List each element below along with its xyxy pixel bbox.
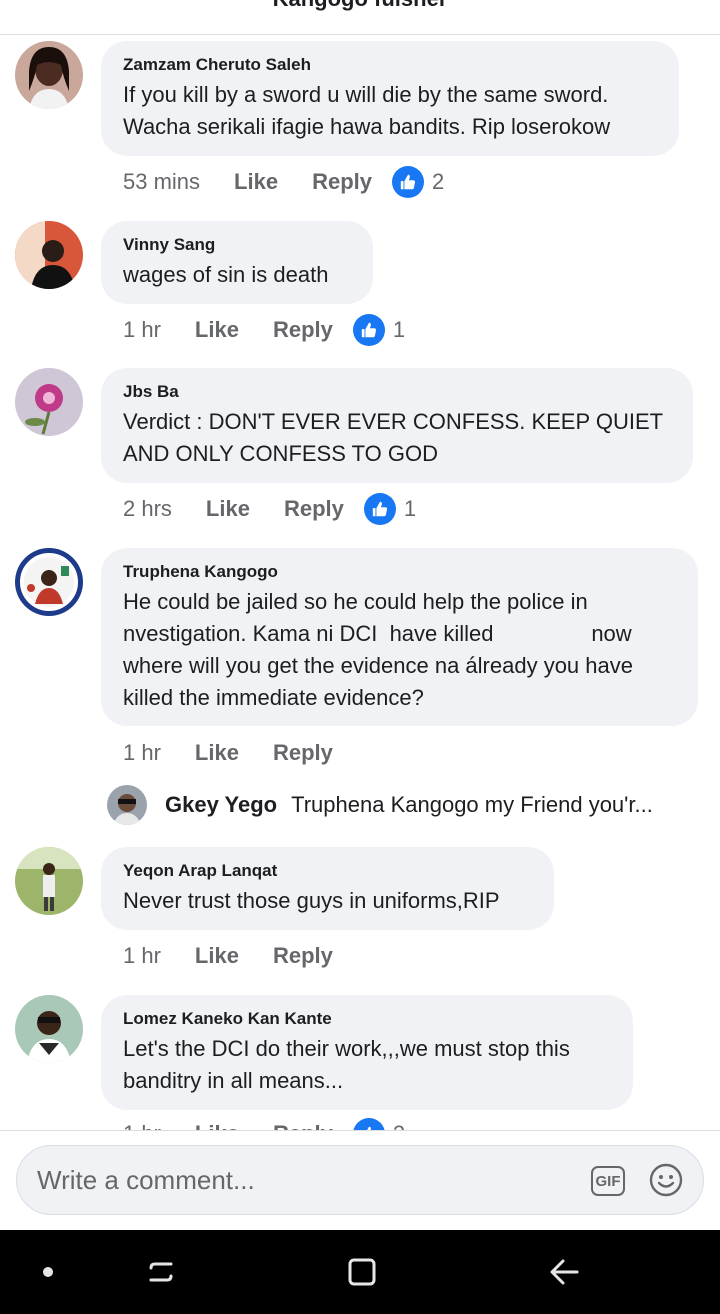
comment-author[interactable]: Truphena Kangogo [123,562,676,582]
like-button[interactable]: Like [195,317,239,343]
comment-bubble[interactable]: Truphena Kangogo He could be jailed so h… [101,548,698,726]
comment-bubble[interactable]: Zamzam Cheruto Saleh If you kill by a sw… [101,41,679,156]
reaction-count: 2 [393,1121,405,1130]
comment-bubble[interactable]: Jbs Ba Verdict : DON'T EVER EVER CONFESS… [101,368,693,483]
avatar[interactable] [107,785,147,825]
comment-actions: 1 hr Like Reply 1 [123,314,406,346]
comment-actions: 1 hr Like Reply [123,941,353,971]
recent-apps-icon[interactable] [141,1252,181,1292]
avatar[interactable] [15,41,83,109]
comment-author[interactable]: Zamzam Cheruto Saleh [123,55,657,75]
comment-bubble[interactable]: Lomez Kaneko Kan Kante Let's the DCI do … [101,995,633,1110]
comment-time[interactable]: 1 hr [123,317,161,343]
reply-button[interactable]: Reply [273,317,333,343]
reaction-summary[interactable]: 2 [352,1118,405,1130]
thumbs-up-icon [352,314,385,346]
like-button[interactable]: Like [234,169,278,195]
reply-author[interactable]: Gkey Yego [165,792,277,818]
comment-actions: 2 hrs Like Reply 1 [123,493,417,525]
comments-feed[interactable]: Zamzam Cheruto Saleh If you kill by a sw… [0,35,720,1130]
comment-text: He could be jailed so he could help the … [123,589,640,710]
home-icon[interactable] [342,1252,382,1292]
avatar[interactable] [15,368,83,436]
reaction-count: 2 [432,169,445,194]
comment-text: Never trust those guys in uniforms,RIP [123,888,500,913]
reaction-summary[interactable]: 2 [392,166,444,198]
avatar[interactable] [15,548,83,616]
reply-button[interactable]: Reply [312,169,372,195]
emoji-icon[interactable] [649,1163,683,1197]
dot-icon[interactable] [28,1252,68,1292]
comment-text: If you kill by a sword u will die by the… [123,82,615,139]
reply-button[interactable]: Reply [273,943,333,969]
reaction-count: 1 [392,317,406,342]
comment-input-placeholder: Write a comment... [37,1165,255,1195]
back-icon[interactable] [544,1252,584,1292]
comment-actions: 53 mins Like Reply 2 [123,166,444,198]
comment-time[interactable]: 2 hrs [123,496,172,522]
reaction-count: 1 [403,496,417,521]
reaction-summary[interactable]: 1 [352,314,406,346]
avatar[interactable] [15,221,83,289]
system-nav-bar [0,1230,720,1314]
comment-author[interactable]: Lomez Kaneko Kan Kante [123,1009,611,1029]
thumbs-up-icon [363,493,396,525]
comment-actions: 1 hr Like Reply [123,738,353,768]
reaction-summary[interactable]: 1 [363,493,417,525]
avatar[interactable] [15,847,83,915]
thumbs-up-icon [392,166,424,198]
thumbs-up-icon [352,1118,385,1130]
reply-text: Truphena Kangogo my Friend you'r... [291,792,653,817]
top-bar: Kangogo fulsher [0,0,720,35]
like-button[interactable]: Like [195,943,239,969]
comment-bubble[interactable]: Yeqon Arap Lanqat Never trust those guys… [101,847,554,930]
comment-time[interactable]: 1 hr [123,1121,161,1130]
reply-preview[interactable]: Gkey Yego Truphena Kangogo my Friend you… [107,785,707,825]
gif-icon[interactable]: GIF [591,1166,625,1196]
reply-button[interactable]: Reply [284,496,344,522]
comment-text: Let's the DCI do their work,,,we must st… [123,1036,576,1093]
post-title: Kangogo fulsher [0,0,720,12]
like-button[interactable]: Like [206,496,250,522]
comment-time[interactable]: 53 mins [123,169,200,195]
comment-author[interactable]: Yeqon Arap Lanqat [123,861,532,881]
like-button[interactable]: Like [195,740,239,766]
reply-button[interactable]: Reply [273,740,333,766]
avatar[interactable] [15,995,83,1063]
comment-composer-bar: Write a comment... GIF [0,1130,720,1231]
comment-text: Verdict : DON'T EVER EVER CONFESS. KEEP … [123,409,668,466]
comment-input[interactable]: Write a comment... GIF [16,1145,704,1215]
comment-bubble[interactable]: Vinny Sang wages of sin is death [101,221,373,304]
reply-button[interactable]: Reply [273,1121,333,1130]
comment-author[interactable]: Vinny Sang [123,235,351,255]
like-button[interactable]: Like [195,1121,239,1130]
comment-text: wages of sin is death [123,262,329,287]
comment-time[interactable]: 1 hr [123,740,161,766]
comment-author[interactable]: Jbs Ba [123,382,671,402]
comment-actions: 1 hr Like Reply 2 [123,1118,405,1130]
comment-time[interactable]: 1 hr [123,943,161,969]
